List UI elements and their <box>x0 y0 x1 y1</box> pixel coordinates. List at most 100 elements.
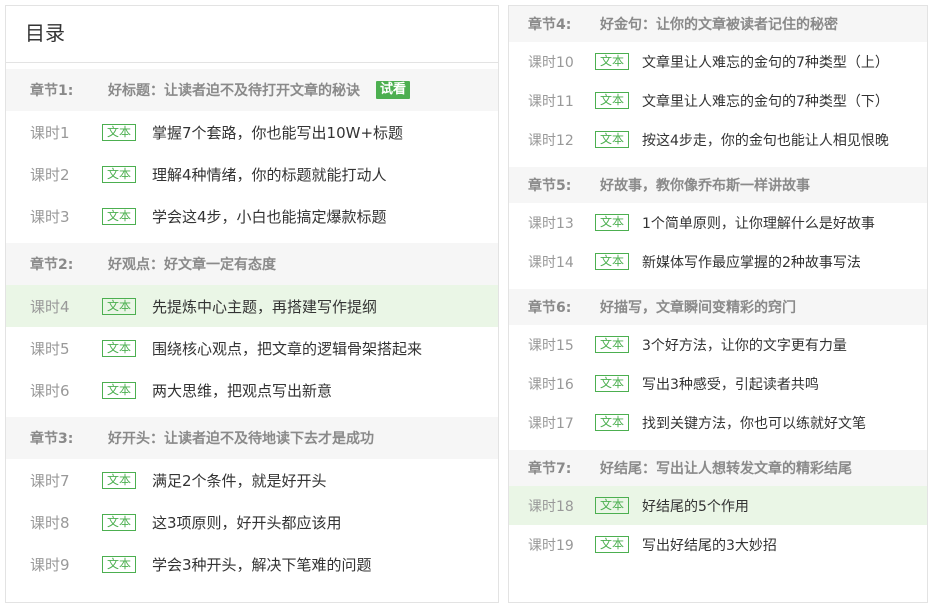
lesson-title[interactable]: 学会3种开头，解决下笔难的问题 <box>152 554 372 575</box>
chapter-number: 章节4: <box>528 17 572 33</box>
chapter-title: 好观点：好文章一定有态度 <box>108 257 276 273</box>
text-type-tag: 文本 <box>595 253 630 270</box>
lesson-17-row[interactable]: 课时17 文本 找到关键方法，你也可以练就好文笔 <box>509 403 927 442</box>
text-type-tag: 文本 <box>595 497 630 514</box>
chapter-title: 好结尾：写出让人想转发文章的精彩结尾 <box>600 461 852 477</box>
lesson-18-row[interactable]: 课时18 文本 好结尾的5个作用 <box>509 486 927 525</box>
lesson-3-row[interactable]: 课时3 文本 学会这4步，小白也能搞定爆款标题 <box>6 195 498 237</box>
text-type-tag: 文本 <box>102 555 137 573</box>
lesson-title[interactable]: 新媒体写作最应掌握的2种故事写法 <box>642 252 861 272</box>
text-type-tag: 文本 <box>102 297 137 315</box>
lesson-19-row[interactable]: 课时19 文本 写出好结尾的3大妙招 <box>509 525 927 564</box>
lesson-number: 课时14 <box>528 254 574 271</box>
lesson-number: 课时13 <box>528 215 574 232</box>
lesson-number: 课时7 <box>30 471 70 490</box>
text-type-tag: 文本 <box>595 53 630 70</box>
lesson-number: 课时8 <box>30 513 70 532</box>
chapter-1-header[interactable]: 章节1: 好标题：让读者迫不及待打开文章的秘诀 试看 <box>6 69 498 111</box>
lesson-number: 课时9 <box>30 555 70 574</box>
text-type-tag: 文本 <box>595 375 630 392</box>
lesson-9-row[interactable]: 课时9 文本 学会3种开头，解决下笔难的问题 <box>6 543 498 585</box>
lesson-title[interactable]: 掌握7个套路，你也能写出10W+标题 <box>152 122 403 143</box>
text-type-tag: 文本 <box>595 336 630 353</box>
chapter-number: 章节1: <box>30 83 74 99</box>
lesson-number: 课时2 <box>30 165 70 184</box>
chapter-7-header[interactable]: 章节7: 好结尾：写出让人想转发文章的精彩结尾 <box>509 450 927 486</box>
catalog-panel-right: 章节4: 好金句：让你的文章被读者记住的秘密 课时10 文本 文章里让人难忘的金… <box>508 5 928 603</box>
text-type-tag: 文本 <box>102 123 137 141</box>
lesson-title[interactable]: 两大思维，把观点写出新意 <box>152 380 332 401</box>
lesson-number: 课时15 <box>528 337 574 354</box>
lesson-16-row[interactable]: 课时16 文本 写出3种感受，引起读者共鸣 <box>509 364 927 403</box>
text-type-tag: 文本 <box>102 207 137 225</box>
text-type-tag: 文本 <box>102 471 137 489</box>
catalog-panel-left: 目录 章节1: 好标题：让读者迫不及待打开文章的秘诀 试看 课时1 文本 掌握7… <box>5 5 499 603</box>
text-type-tag: 文本 <box>102 165 137 183</box>
lesson-number: 课时10 <box>528 54 574 71</box>
lesson-number: 课时19 <box>528 537 574 554</box>
text-type-tag: 文本 <box>102 381 137 399</box>
lesson-title[interactable]: 满足2个条件，就是好开头 <box>152 470 327 491</box>
lesson-5-row[interactable]: 课时5 文本 围绕核心观点，把文章的逻辑骨架搭起来 <box>6 327 498 369</box>
chapter-number: 章节2: <box>30 257 74 273</box>
chapter-6-header[interactable]: 章节6: 好描写，文章瞬间变精彩的窍门 <box>509 289 927 325</box>
chapter-3-header[interactable]: 章节3: 好开头：让读者迫不及待地读下去才是成功 <box>6 417 498 459</box>
lesson-11-row[interactable]: 课时11 文本 文章里让人难忘的金句的7种类型（下） <box>509 81 927 120</box>
chapter-title: 好描写，文章瞬间变精彩的窍门 <box>600 300 796 316</box>
lesson-title[interactable]: 这3项原则，好开头都应该用 <box>152 512 342 533</box>
catalog-title: 目录 <box>6 6 498 63</box>
lesson-number: 课时17 <box>528 415 574 432</box>
lesson-15-row[interactable]: 课时15 文本 3个好方法，让你的文字更有力量 <box>509 325 927 364</box>
text-type-tag: 文本 <box>595 214 630 231</box>
lesson-1-row[interactable]: 课时1 文本 掌握7个套路，你也能写出10W+标题 <box>6 111 498 153</box>
lesson-title[interactable]: 好结尾的5个作用 <box>642 496 749 516</box>
lesson-title[interactable]: 文章里让人难忘的金句的7种类型（上） <box>642 52 889 72</box>
lesson-title[interactable]: 文章里让人难忘的金句的7种类型（下） <box>642 91 889 111</box>
lesson-title[interactable]: 理解4种情绪，你的标题就能打动人 <box>152 164 387 185</box>
text-type-tag: 文本 <box>102 339 137 357</box>
chapter-title: 好故事，教你像乔布斯一样讲故事 <box>600 178 810 194</box>
lesson-7-row[interactable]: 课时7 文本 满足2个条件，就是好开头 <box>6 459 498 501</box>
text-type-tag: 文本 <box>595 131 630 148</box>
lesson-number: 课时3 <box>30 207 70 226</box>
lesson-number: 课时4 <box>30 297 70 316</box>
lesson-title[interactable]: 围绕核心观点，把文章的逻辑骨架搭起来 <box>152 338 422 359</box>
text-type-tag: 文本 <box>102 513 137 531</box>
lesson-title[interactable]: 学会这4步，小白也能搞定爆款标题 <box>152 206 387 227</box>
lesson-title[interactable]: 3个好方法，让你的文字更有力量 <box>642 335 847 355</box>
lesson-title[interactable]: 1个简单原则，让你理解什么是好故事 <box>642 213 875 233</box>
lesson-title[interactable]: 按这4步走，你的金句也能让人相见恨晚 <box>642 130 889 150</box>
lesson-number: 课时6 <box>30 381 70 400</box>
text-type-tag: 文本 <box>595 92 630 109</box>
lesson-8-row[interactable]: 课时8 文本 这3项原则，好开头都应该用 <box>6 501 498 543</box>
chapter-number: 章节6: <box>528 300 572 316</box>
chapter-number: 章节5: <box>528 178 572 194</box>
chapter-5-header[interactable]: 章节5: 好故事，教你像乔布斯一样讲故事 <box>509 167 927 203</box>
chapter-number: 章节7: <box>528 461 572 477</box>
lesson-6-row[interactable]: 课时6 文本 两大思维，把观点写出新意 <box>6 369 498 411</box>
lesson-number: 课时16 <box>528 376 574 393</box>
text-type-tag: 文本 <box>595 536 630 553</box>
chapter-number: 章节3: <box>30 431 74 447</box>
lesson-title[interactable]: 先提炼中心主题，再搭建写作提纲 <box>152 296 377 317</box>
lesson-number: 课时11 <box>528 93 574 110</box>
lesson-10-row[interactable]: 课时10 文本 文章里让人难忘的金句的7种类型（上） <box>509 42 927 81</box>
trial-badge[interactable]: 试看 <box>376 81 411 99</box>
lesson-number: 课时18 <box>528 498 574 515</box>
lesson-13-row[interactable]: 课时13 文本 1个简单原则，让你理解什么是好故事 <box>509 203 927 242</box>
lesson-number: 课时1 <box>30 123 70 142</box>
chapter-2-header[interactable]: 章节2: 好观点：好文章一定有态度 <box>6 243 498 285</box>
chapter-title: 好开头：让读者迫不及待地读下去才是成功 <box>108 431 374 447</box>
lesson-title[interactable]: 写出好结尾的3大妙招 <box>642 535 777 555</box>
chapter-title: 好金句：让你的文章被读者记住的秘密 <box>600 17 838 33</box>
lesson-title[interactable]: 写出3种感受，引起读者共鸣 <box>642 374 819 394</box>
lesson-12-row[interactable]: 课时12 文本 按这4步走，你的金句也能让人相见恨晚 <box>509 120 927 159</box>
chapter-4-header[interactable]: 章节4: 好金句：让你的文章被读者记住的秘密 <box>509 6 927 42</box>
text-type-tag: 文本 <box>595 414 630 431</box>
chapter-title: 好标题：让读者迫不及待打开文章的秘诀 <box>108 83 360 99</box>
lesson-title[interactable]: 找到关键方法，你也可以练就好文笔 <box>642 413 866 433</box>
lesson-2-row[interactable]: 课时2 文本 理解4种情绪，你的标题就能打动人 <box>6 153 498 195</box>
lesson-4-row[interactable]: 课时4 文本 先提炼中心主题，再搭建写作提纲 <box>6 285 498 327</box>
lesson-number: 课时5 <box>30 339 70 358</box>
lesson-14-row[interactable]: 课时14 文本 新媒体写作最应掌握的2种故事写法 <box>509 242 927 281</box>
